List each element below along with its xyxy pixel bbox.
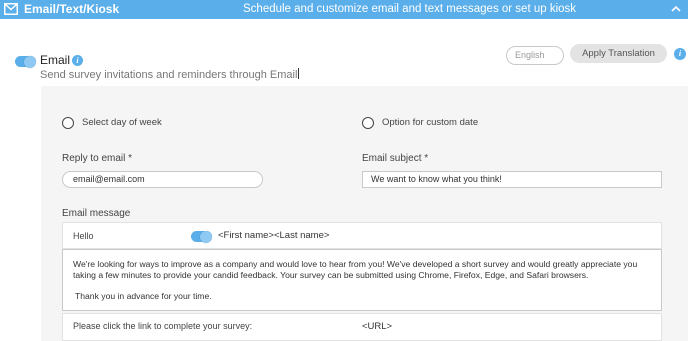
chevron-up-icon[interactable]: [670, 3, 682, 15]
language-select[interactable]: English: [506, 46, 564, 65]
name-merge-toggle[interactable]: [191, 230, 212, 243]
greeting-text: Hello: [73, 231, 94, 241]
email-subject-input[interactable]: We want to know what you think!: [362, 171, 662, 188]
envelope-icon: [4, 3, 18, 15]
radio-day-of-week[interactable]: [62, 117, 74, 129]
message-body-textarea[interactable]: We're looking for ways to improve as a c…: [62, 249, 662, 311]
section-header-bar[interactable]: Email/Text/Kiosk Schedule and customize …: [0, 0, 688, 19]
message-greeting-row: Hello <First name><Last name>: [62, 222, 662, 249]
message-thanks-text: Thank you in advance for your time.: [75, 291, 212, 301]
apply-translation-button[interactable]: Apply Translation: [570, 44, 667, 63]
name-merge-fields: <First name><Last name>: [218, 230, 330, 241]
translation-info-icon[interactable]: i: [674, 48, 686, 60]
email-description: Send survey invitations and reminders th…: [40, 68, 300, 81]
section-subtitle: Schedule and customize email and text me…: [243, 3, 577, 15]
email-message-label: Email message: [62, 208, 131, 219]
reply-to-label: Reply to email *: [62, 153, 133, 164]
radio-day-of-week-label: Select day of week: [82, 117, 162, 128]
radio-custom-date-label: Option for custom date: [382, 117, 479, 128]
message-link-row: Please click the link to complete your s…: [62, 313, 662, 341]
email-subject-label: Email subject *: [362, 153, 429, 164]
section-title: Email/Text/Kiosk: [24, 2, 120, 16]
url-token: <URL>: [362, 321, 393, 332]
link-prompt-text: Please click the link to complete your s…: [73, 321, 253, 331]
email-label: Email: [40, 53, 71, 67]
message-body-text: We're looking for ways to improve as a c…: [73, 259, 638, 280]
text-cursor: [298, 68, 300, 79]
radio-custom-date[interactable]: [362, 117, 374, 129]
info-icon[interactable]: i: [72, 55, 83, 66]
reply-to-email-input[interactable]: email@email.com: [62, 171, 263, 188]
email-enable-toggle[interactable]: [15, 55, 36, 68]
